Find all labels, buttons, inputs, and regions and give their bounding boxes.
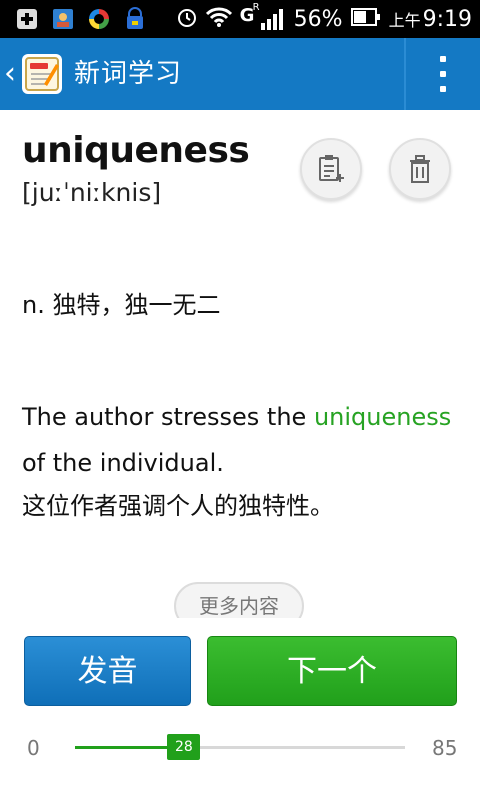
progress-max-label: 85 (432, 736, 458, 760)
clock: 上午9:19 (389, 7, 472, 32)
progress-track[interactable] (75, 746, 405, 749)
app-ring-icon (86, 6, 112, 32)
clock-ampm: 上午 (388, 10, 421, 30)
app-logo[interactable] (22, 54, 62, 94)
overflow-menu-icon (440, 56, 446, 62)
status-bar: G R 56% 上午9:19 (0, 0, 480, 38)
wifi-icon (205, 6, 232, 32)
example-highlight: uniqueness (313, 403, 452, 431)
app-bar: ‹ 新词学习 (0, 38, 480, 110)
example-sentence: The author stresses the uniqueness of th… (22, 394, 462, 486)
progress-min-label: 0 (27, 736, 40, 760)
download-bag-icon (122, 6, 148, 32)
trash-icon (410, 155, 430, 183)
clock-time: 9:19 (422, 6, 472, 32)
cell-signal-icon: G R (240, 2, 286, 33)
contact-card-icon (50, 6, 76, 32)
next-word-button[interactable]: 下一个 (207, 636, 457, 706)
example-text-after: of the individual. (22, 449, 224, 477)
word-phonetic: [juːˈniːknis] (22, 178, 162, 207)
delete-word-button[interactable] (389, 138, 451, 200)
plus-notification-icon (14, 6, 40, 32)
word-term: uniqueness (22, 130, 250, 171)
add-to-wordbook-button[interactable] (300, 138, 362, 200)
battery-percent: 56% (293, 6, 343, 32)
system-icons: G R 56% 上午9:19 (176, 2, 472, 34)
example-text-before: The author stresses the (22, 403, 314, 431)
back-button[interactable]: ‹ (4, 56, 16, 92)
pronounce-button[interactable]: 发音 (24, 636, 191, 706)
chevron-left-icon: ‹ (4, 56, 16, 91)
add-to-wordbook-icon (319, 155, 344, 182)
word-definition: n. 独特，独一无二 (22, 291, 221, 319)
page-title: 新词学习 (74, 59, 183, 89)
example-translation: 这位作者强调个人的独特性。 (22, 492, 334, 520)
battery-icon (350, 7, 381, 31)
roaming-label: R (252, 2, 260, 13)
alarm-icon (176, 6, 198, 32)
overflow-menu-button[interactable] (432, 56, 454, 92)
notification-icons (14, 6, 148, 32)
app-bar-divider (404, 38, 406, 110)
progress-thumb[interactable]: 28 (167, 734, 201, 760)
